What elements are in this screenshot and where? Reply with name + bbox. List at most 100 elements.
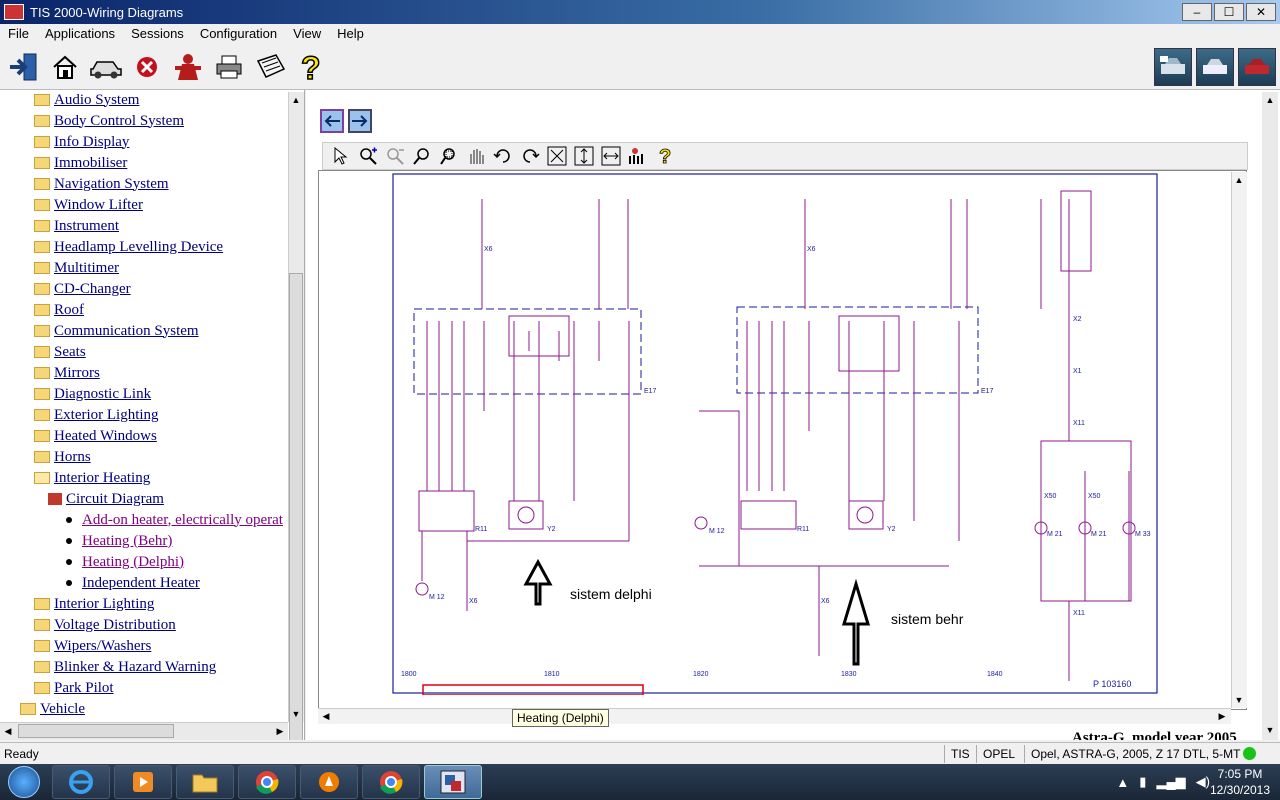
scroll-up-arrow-icon[interactable]: ▲: [288, 92, 304, 108]
rotate-right-button[interactable]: [516, 145, 543, 167]
system-clock[interactable]: 7:05 PM 12/30/2013: [1208, 766, 1272, 798]
scroll-left-arrow-icon[interactable]: ◀: [0, 723, 16, 739]
help-button[interactable]: ?: [291, 47, 331, 87]
menu-view[interactable]: View: [285, 24, 329, 44]
tree-item-add-on-heater[interactable]: Add-on heater, electrically operat: [66, 510, 283, 530]
tree-item-communication-system[interactable]: Communication System: [34, 321, 199, 341]
tree-item-independent-heater[interactable]: Independent Heater: [66, 573, 200, 593]
user-button[interactable]: [168, 47, 208, 87]
tree-item-body-control-system[interactable]: Body Control System: [34, 111, 184, 131]
tree-item-mirrors[interactable]: Mirrors: [34, 363, 100, 383]
tree-item-exterior-lighting[interactable]: Exterior Lighting: [34, 405, 159, 425]
tree-item-heating-behr[interactable]: Heating (Behr): [66, 531, 172, 551]
zoom-in-button[interactable]: [354, 145, 381, 167]
taskbar-media-player[interactable]: [114, 765, 172, 799]
diagram-scroll-right-icon[interactable]: ▶: [1214, 708, 1230, 724]
tree-item-audio-system[interactable]: Audio System: [34, 90, 139, 110]
diagram-horizontal-scrollbar[interactable]: [318, 708, 1231, 724]
tree-item-roof[interactable]: Roof: [34, 300, 84, 320]
tree-item-immobiliser[interactable]: Immobiliser: [34, 153, 127, 173]
component-locator-button[interactable]: [624, 145, 651, 167]
rotate-left-button[interactable]: [489, 145, 516, 167]
select-tool-button[interactable]: [327, 145, 354, 167]
service-car-icon: [1160, 56, 1185, 74]
scroll-right-arrow-icon[interactable]: ▶: [272, 723, 288, 739]
wiring-diagram-canvas[interactable]: E17 E17 R11 R11 Y2 Y2 M 12 M 12 M 21 M 2…: [318, 170, 1247, 710]
start-button[interactable]: [0, 764, 48, 800]
show-hidden-icons-icon[interactable]: ▲: [1116, 775, 1129, 790]
tree-item-heating-delphi[interactable]: Heating (Delphi): [66, 552, 184, 572]
diagram-scroll-left-icon[interactable]: ◀: [318, 708, 334, 724]
fit-height-button[interactable]: [570, 145, 597, 167]
tree-item-voltage-distribution[interactable]: Voltage Distribution: [34, 615, 176, 635]
exit-button[interactable]: [4, 47, 44, 87]
bullet-icon: [66, 580, 72, 586]
zoom-out-button[interactable]: [381, 145, 408, 167]
menu-applications[interactable]: Applications: [37, 24, 123, 44]
tree-scroll-thumb[interactable]: [289, 273, 303, 740]
menu-file[interactable]: File: [0, 24, 37, 44]
service-car-button[interactable]: [1154, 48, 1192, 86]
tree-item-heated-windows[interactable]: Heated Windows: [34, 426, 157, 446]
folder-icon: [34, 346, 50, 358]
taskbar-file-explorer[interactable]: [176, 765, 234, 799]
back-button[interactable]: [320, 109, 344, 133]
avast-icon: [319, 772, 339, 792]
outer-scroll-down-icon[interactable]: ▼: [1262, 722, 1278, 738]
diagram-scroll-down-icon[interactable]: ▼: [1231, 692, 1247, 708]
taskbar-internet-explorer[interactable]: [52, 765, 110, 799]
tree-item-interior-lighting[interactable]: Interior Lighting: [34, 594, 154, 614]
forward-button[interactable]: [348, 109, 372, 133]
tree-hscroll-thumb[interactable]: [18, 724, 174, 738]
fit-page-button[interactable]: [543, 145, 570, 167]
tree-item-seats[interactable]: Seats: [34, 342, 86, 362]
tree-item-navigation-system[interactable]: Navigation System: [34, 174, 169, 194]
minimize-button[interactable]: –: [1182, 3, 1212, 21]
pan-button[interactable]: [462, 145, 489, 167]
tree-item-interior-heating[interactable]: Interior Heating: [34, 468, 150, 488]
close-button[interactable]: ✕: [1246, 3, 1276, 21]
tree-item-horns[interactable]: Horns: [34, 447, 91, 467]
folder-icon: [34, 619, 50, 631]
tree-item-instrument[interactable]: Instrument: [34, 216, 119, 236]
zoom-in-icon: [359, 147, 377, 165]
vehicle-button[interactable]: [86, 47, 126, 87]
menu-sessions[interactable]: Sessions: [123, 24, 192, 44]
notes-button[interactable]: [250, 47, 290, 87]
maximize-button[interactable]: ☐: [1214, 3, 1244, 21]
tree-item-circuit-diagram[interactable]: Circuit Diagram: [48, 489, 164, 509]
taskbar-chrome-2[interactable]: [362, 765, 420, 799]
diagram-scroll-up-icon[interactable]: ▲: [1231, 172, 1247, 188]
fit-width-button[interactable]: [597, 145, 624, 167]
tree-item-park-pilot[interactable]: Park Pilot: [34, 678, 114, 698]
taskbar-avast[interactable]: [300, 765, 358, 799]
diagram-vertical-scrollbar[interactable]: [1231, 172, 1247, 708]
magnify-button[interactable]: [408, 145, 435, 167]
tree-item-window-lifter[interactable]: Window Lifter: [34, 195, 143, 215]
tree-item-headlamp-levelling-device[interactable]: Headlamp Levelling Device: [34, 237, 223, 257]
zoom-area-button[interactable]: [435, 145, 462, 167]
tree-item-vehicle[interactable]: Vehicle: [20, 699, 85, 719]
stop-button[interactable]: [127, 47, 167, 87]
outer-vertical-scrollbar[interactable]: [1262, 92, 1278, 740]
outer-scroll-up-icon[interactable]: ▲: [1262, 92, 1278, 108]
battery-icon[interactable]: ▮: [1139, 774, 1146, 790]
scroll-down-arrow-icon[interactable]: ▼: [288, 706, 304, 722]
menu-help[interactable]: Help: [329, 24, 372, 44]
tree-item-info-display[interactable]: Info Display: [34, 132, 129, 152]
red-car-button[interactable]: [1238, 48, 1276, 86]
label-e17-behr: E17: [981, 388, 994, 395]
menu-configuration[interactable]: Configuration: [192, 24, 285, 44]
network-signal-icon[interactable]: ▂▄▆: [1156, 774, 1185, 790]
taskbar-tis2000[interactable]: [424, 765, 482, 799]
home-button[interactable]: [45, 47, 85, 87]
diagnostic-car-button[interactable]: [1196, 48, 1234, 86]
tree-item-wipers-washers[interactable]: Wipers/Washers: [34, 636, 151, 656]
tree-item-multitimer[interactable]: Multitimer: [34, 258, 119, 278]
tree-item-blinker-hazard-warning[interactable]: Blinker & Hazard Warning: [34, 657, 216, 677]
taskbar-chrome[interactable]: [238, 765, 296, 799]
print-button[interactable]: [209, 47, 249, 87]
tree-item-diagnostic-link[interactable]: Diagnostic Link: [34, 384, 151, 404]
diagram-help-button[interactable]: ?: [651, 145, 678, 167]
tree-item-cd-changer[interactable]: CD-Changer: [34, 279, 131, 299]
